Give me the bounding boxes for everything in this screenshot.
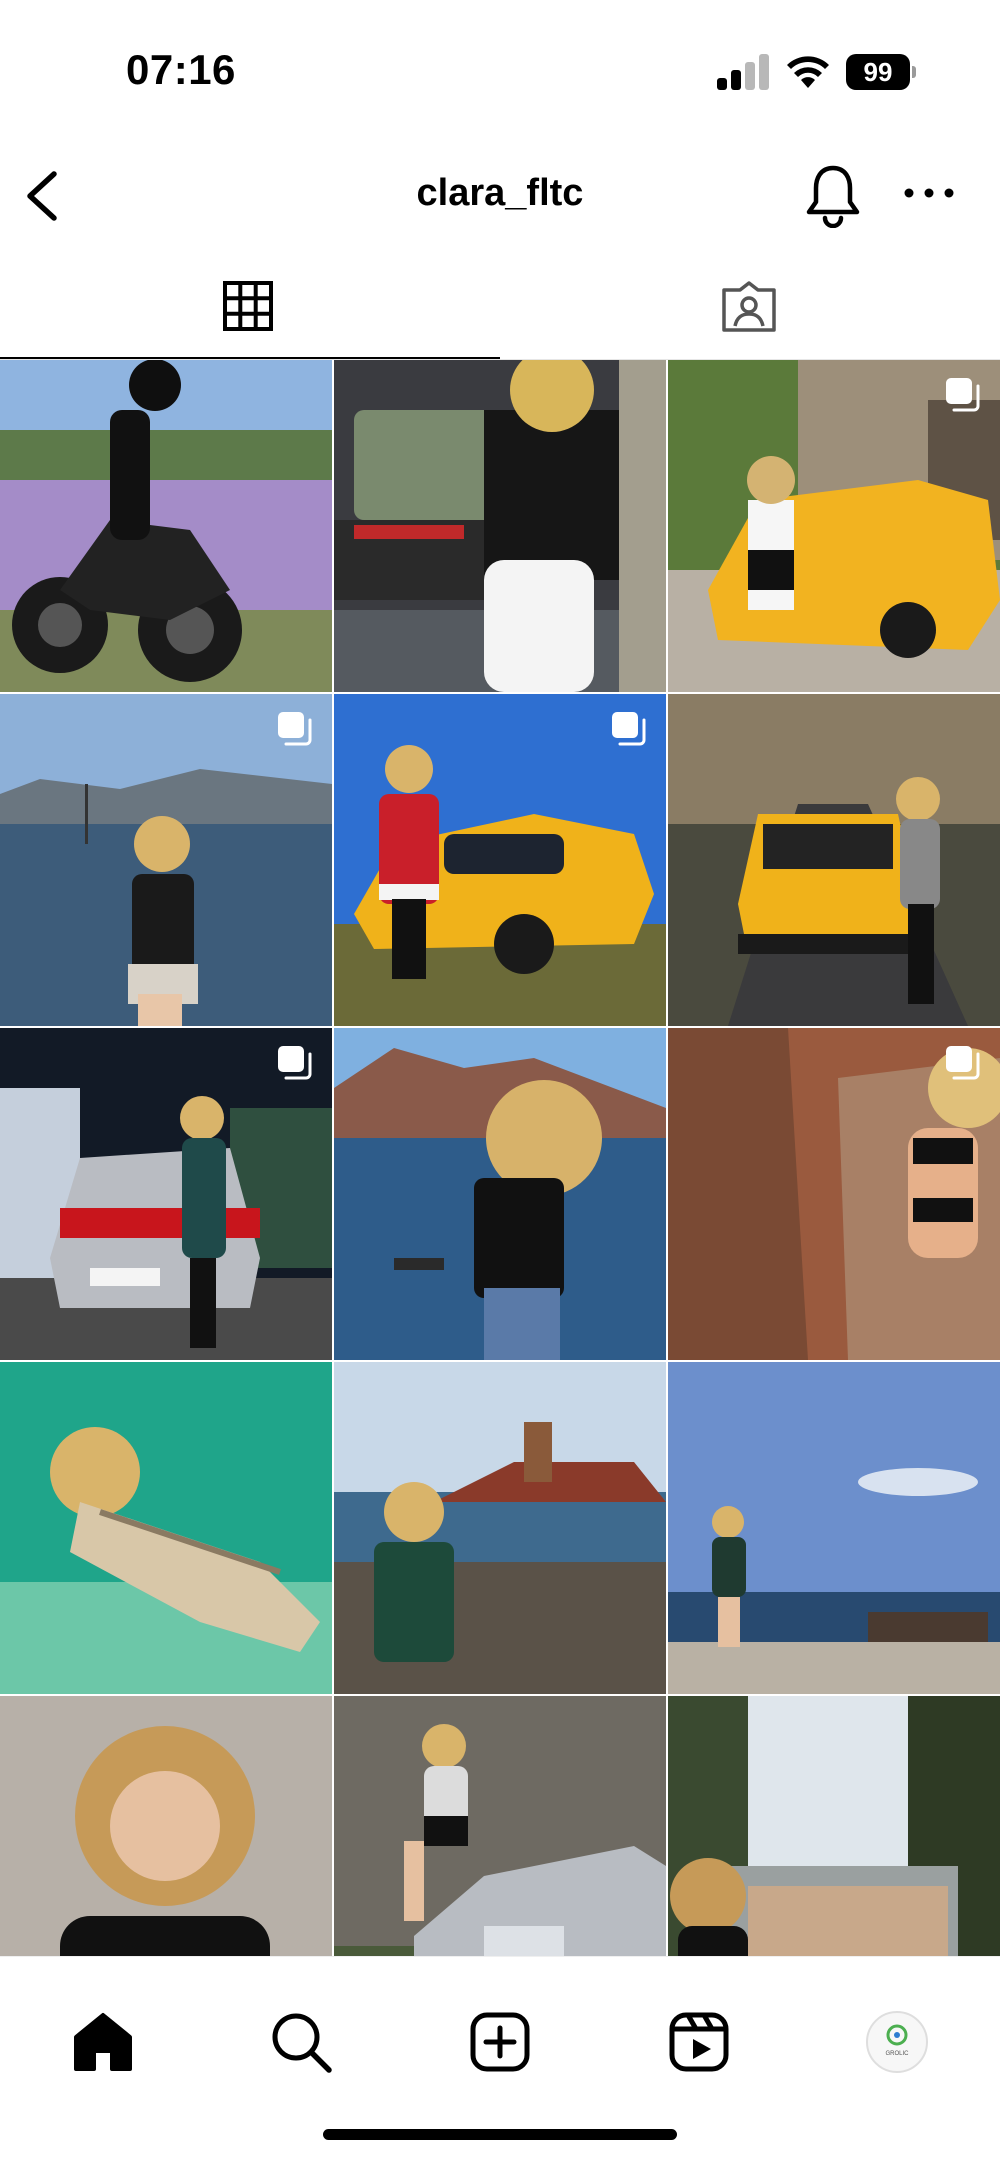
post-thumbnail[interactable]: [334, 360, 666, 692]
post-thumbnail[interactable]: [0, 1028, 332, 1360]
grid-icon: [223, 281, 273, 331]
multiple-photos-icon: [278, 1046, 312, 1080]
tagged-person-icon: [722, 281, 776, 332]
cellular-signal-icon: [717, 52, 771, 90]
status-time: 07:16: [126, 46, 236, 93]
post-image: [334, 1028, 666, 1360]
post-image: [0, 1362, 332, 1694]
post-image: [0, 360, 332, 692]
post-thumbnail[interactable]: [334, 694, 666, 1026]
tab-posts-grid[interactable]: [0, 250, 500, 360]
post-thumbnail[interactable]: [0, 360, 332, 692]
chevron-left-icon[interactable]: [14, 166, 70, 226]
tab-tagged[interactable]: [500, 250, 1000, 360]
home-icon[interactable]: [68, 2007, 138, 2077]
multiple-photos-icon: [612, 712, 646, 746]
post-thumbnail[interactable]: [334, 1028, 666, 1360]
post-image: [668, 694, 1000, 1026]
posts-grid: [0, 360, 1000, 2028]
post-thumbnail[interactable]: [668, 1028, 1000, 1360]
wifi-icon: [787, 56, 829, 88]
multiple-photos-icon: [278, 712, 312, 746]
avatar-logo-icon: [886, 2024, 908, 2046]
post-thumbnail[interactable]: [668, 1362, 1000, 1694]
avatar-text: GROLIC: [885, 2051, 909, 2057]
profile-header: clara_fltc: [0, 140, 1000, 250]
post-thumbnail[interactable]: [334, 1362, 666, 1694]
search-icon[interactable]: [266, 2007, 336, 2077]
post-thumbnail[interactable]: [668, 694, 1000, 1026]
create-post-icon[interactable]: [465, 2007, 535, 2077]
more-horizontal-icon[interactable]: [903, 178, 955, 208]
profile-avatar[interactable]: GROLIC: [866, 2011, 928, 2073]
post-thumbnail[interactable]: [0, 1362, 332, 1694]
post-image: [334, 1362, 666, 1694]
post-thumbnail[interactable]: [668, 360, 1000, 692]
multiple-photos-icon: [946, 378, 980, 412]
battery-icon: 99: [846, 54, 916, 90]
post-image: [668, 1362, 1000, 1694]
multiple-photos-icon: [946, 1046, 980, 1080]
bell-icon[interactable]: [803, 162, 863, 228]
status-bar: 07:16 99: [0, 0, 1000, 140]
post-image: [334, 360, 666, 692]
profile-tabs: [0, 250, 1000, 360]
battery-level: 99: [846, 54, 910, 90]
reels-icon[interactable]: [664, 2007, 734, 2077]
home-indicator[interactable]: [323, 2129, 677, 2140]
post-thumbnail[interactable]: [0, 694, 332, 1026]
